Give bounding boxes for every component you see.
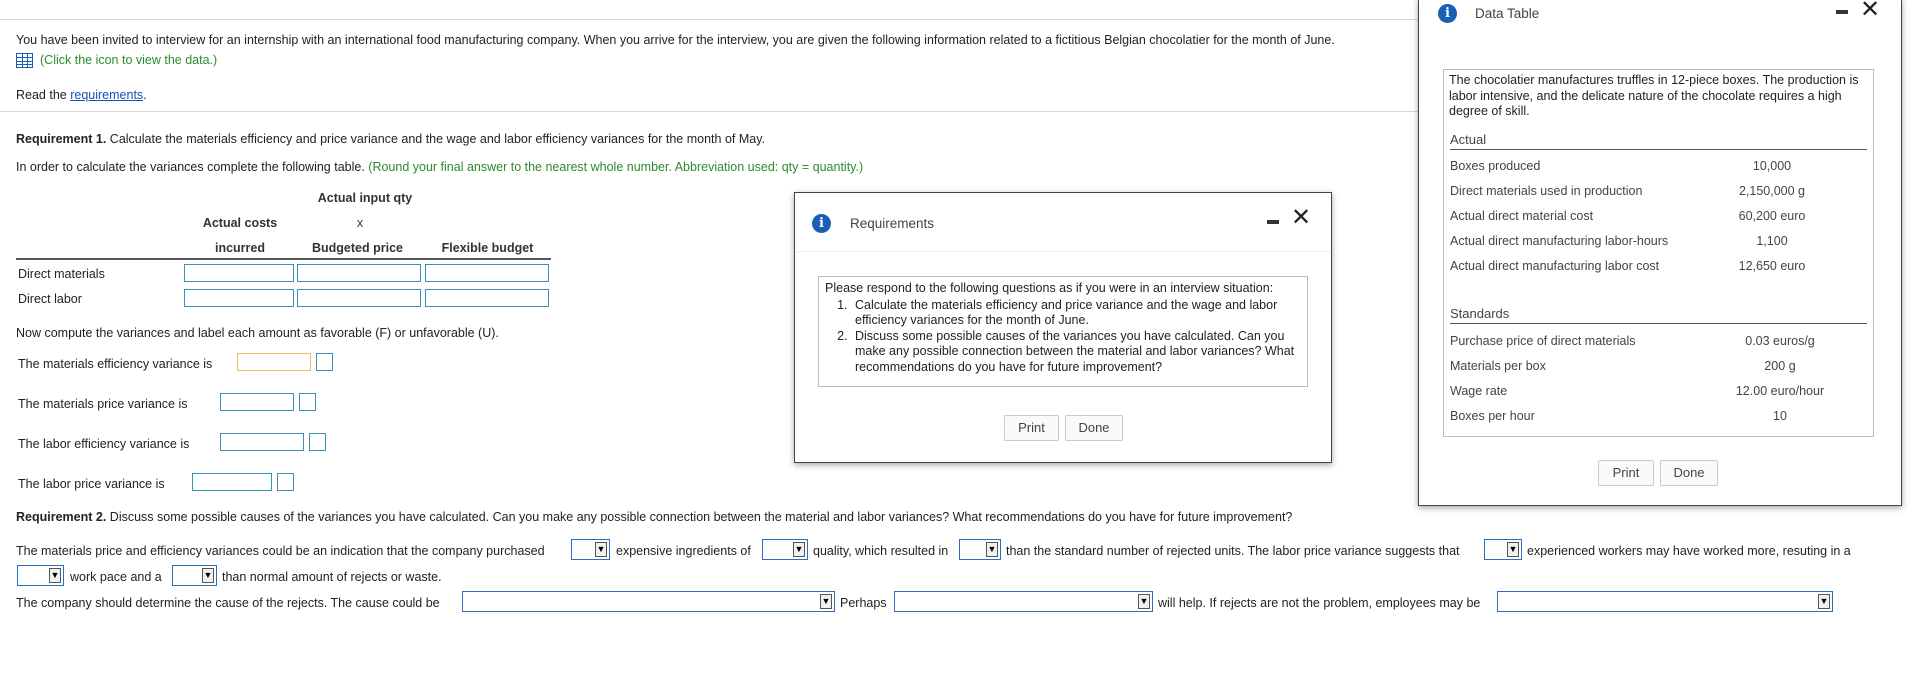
purchased-select[interactable]: ▼ bbox=[571, 539, 610, 560]
header-actual-costs: Actual costs bbox=[202, 216, 278, 230]
row-direct-materials: Direct materials bbox=[18, 267, 105, 281]
data-link-text[interactable]: (Click the icon to view the data.) bbox=[40, 53, 217, 67]
rejected-select[interactable]: ▼ bbox=[959, 539, 1001, 560]
chevron-down-icon: ▼ bbox=[49, 568, 61, 583]
req2-sentence-8: The company should determine the cause o… bbox=[16, 596, 440, 610]
experienced-select[interactable]: ▼ bbox=[1484, 539, 1522, 560]
labor-price-fu[interactable] bbox=[277, 473, 294, 491]
chevron-down-icon: ▼ bbox=[595, 542, 607, 557]
info-icon: i bbox=[1438, 4, 1457, 23]
data-table-dialog: i Data Table ✕ The chocolatier manufactu… bbox=[1418, 0, 1902, 506]
data-description: The chocolatier manufactures truffles in… bbox=[1449, 73, 1859, 118]
top-divider bbox=[0, 19, 1419, 20]
materials-price-label: The materials price variance is bbox=[18, 397, 188, 411]
req2-sentence-10: will help. If rejects are not the proble… bbox=[1158, 596, 1481, 610]
requirements-intro: Please respond to the following question… bbox=[825, 281, 1274, 295]
chevron-down-icon: ▼ bbox=[1138, 594, 1150, 609]
requirements-print-button[interactable]: Print bbox=[1004, 415, 1059, 441]
requirements-dialog-title: Requirements bbox=[850, 216, 935, 231]
cause-select[interactable]: ▼ bbox=[462, 591, 835, 612]
req2-sentence-2: expensive ingredients of bbox=[616, 544, 751, 558]
employees-select[interactable]: ▼ bbox=[1497, 591, 1833, 612]
row-direct-labor: Direct labor bbox=[18, 292, 82, 306]
header-actual-input-qty: Actual input qty bbox=[317, 191, 413, 205]
header-budgeted-price: Budgeted price bbox=[312, 241, 403, 255]
requirement-1: Requirement 1. Calculate the materials e… bbox=[16, 132, 766, 146]
requirement-2: Requirement 2. Discuss some possible cau… bbox=[16, 510, 1293, 524]
header-flexible-budget: Flexible budget bbox=[441, 241, 534, 255]
data-table-icon[interactable] bbox=[16, 53, 33, 68]
req2-sentence-4: than the standard number of rejected uni… bbox=[1006, 544, 1460, 558]
variances-intro: Now compute the variances and label each… bbox=[16, 326, 499, 340]
requirements-dialog: i Requirements ✕ Please respond to the f… bbox=[794, 192, 1332, 463]
requirement-item: Discuss some possible causes of the vari… bbox=[851, 329, 1301, 376]
dm-flexible-input[interactable] bbox=[425, 264, 549, 282]
chevron-down-icon: ▼ bbox=[1507, 542, 1519, 557]
info-icon: i bbox=[812, 214, 831, 233]
materials-price-input[interactable] bbox=[220, 393, 294, 411]
rejects-amount-select[interactable]: ▼ bbox=[172, 565, 217, 586]
requirements-content: Please respond to the following question… bbox=[818, 276, 1308, 387]
labor-price-input[interactable] bbox=[192, 473, 272, 491]
dl-actual-costs-input[interactable] bbox=[184, 289, 294, 307]
materials-efficiency-label: The materials efficiency variance is bbox=[18, 357, 213, 371]
requirement-1-instruction: In order to calculate the variances comp… bbox=[16, 160, 864, 174]
chevron-down-icon: ▼ bbox=[793, 542, 805, 557]
perhaps-select[interactable]: ▼ bbox=[894, 591, 1153, 612]
req2-sentence-3: quality, which resulted in bbox=[813, 544, 949, 558]
intro-text: You have been invited to interview for a… bbox=[16, 33, 1335, 47]
section-divider bbox=[0, 111, 1419, 112]
chevron-down-icon: ▼ bbox=[986, 542, 998, 557]
actual-section-header: Actual bbox=[1450, 132, 1867, 150]
requirements-done-button[interactable]: Done bbox=[1065, 415, 1123, 441]
standards-section-header: Standards bbox=[1450, 306, 1867, 324]
chevron-down-icon: ▼ bbox=[1818, 594, 1830, 609]
header-incurred: incurred bbox=[214, 241, 265, 255]
chevron-down-icon: ▼ bbox=[202, 568, 214, 583]
data-table-done-button[interactable]: Done bbox=[1660, 460, 1718, 486]
labor-price-label: The labor price variance is bbox=[18, 477, 165, 491]
data-table-dialog-header: i Data Table ✕ bbox=[1419, 0, 1901, 49]
dm-budgeted-input[interactable] bbox=[297, 264, 421, 282]
requirements-dialog-header: i Requirements ✕ bbox=[795, 193, 1331, 252]
req2-sentence-9: Perhaps bbox=[840, 596, 887, 610]
labor-efficiency-fu[interactable] bbox=[309, 433, 326, 451]
dl-flexible-input[interactable] bbox=[425, 289, 549, 307]
req2-sentence-7: than normal amount of rejects or waste. bbox=[222, 570, 442, 584]
dm-actual-costs-input[interactable] bbox=[184, 264, 294, 282]
data-table-panel: The chocolatier manufactures truffles in… bbox=[1443, 69, 1874, 437]
req2-sentence-5: experienced workers may have worked more… bbox=[1527, 544, 1851, 558]
labor-efficiency-input[interactable] bbox=[220, 433, 304, 451]
materials-efficiency-input[interactable] bbox=[237, 353, 311, 371]
table-header-rule bbox=[16, 258, 551, 260]
data-table-dialog-title: Data Table bbox=[1475, 6, 1540, 21]
req2-sentence-1: The materials price and efficiency varia… bbox=[16, 544, 545, 558]
read-requirements: Read the requirements. bbox=[16, 88, 147, 102]
header-x: x bbox=[356, 216, 364, 230]
quality-select[interactable]: ▼ bbox=[762, 539, 808, 560]
materials-efficiency-fu[interactable] bbox=[316, 353, 333, 371]
dl-budgeted-input[interactable] bbox=[297, 289, 421, 307]
materials-price-fu[interactable] bbox=[299, 393, 316, 411]
labor-efficiency-label: The labor efficiency variance is bbox=[18, 437, 190, 451]
minimize-icon[interactable] bbox=[1267, 220, 1279, 224]
close-icon[interactable]: ✕ bbox=[1291, 205, 1311, 229]
data-table-print-button[interactable]: Print bbox=[1598, 460, 1654, 486]
close-icon[interactable]: ✕ bbox=[1860, 0, 1880, 21]
minimize-icon[interactable] bbox=[1836, 10, 1848, 14]
chevron-down-icon: ▼ bbox=[820, 594, 832, 609]
work-pace-select[interactable]: ▼ bbox=[17, 565, 64, 586]
requirement-item: Calculate the materials efficiency and p… bbox=[851, 298, 1301, 329]
req2-sentence-6: work pace and a bbox=[70, 570, 162, 584]
requirements-link[interactable]: requirements bbox=[70, 88, 143, 102]
